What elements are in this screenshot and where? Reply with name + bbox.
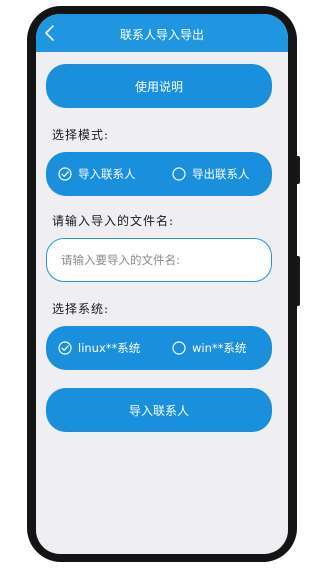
import-contacts-button[interactable]: 导入联系人 bbox=[46, 388, 272, 432]
radio-export-contacts-label: 导出联系人 bbox=[192, 167, 250, 181]
radio-import-contacts-label: 导入联系人 bbox=[78, 167, 136, 181]
radio-import-contacts[interactable]: 导入联系人 bbox=[58, 152, 136, 196]
system-section-label: 选择系统: bbox=[52, 302, 110, 316]
filename-section-label: 请输入导入的文件名: bbox=[52, 214, 175, 228]
filename-input[interactable] bbox=[59, 239, 263, 281]
radio-unchecked-icon bbox=[172, 341, 186, 355]
radio-export-contacts[interactable]: 导出联系人 bbox=[172, 152, 250, 196]
radio-win-system-label: win**系统 bbox=[192, 341, 247, 355]
import-contacts-button-label: 导入联系人 bbox=[128, 403, 189, 418]
radio-unchecked-icon bbox=[172, 167, 186, 181]
radio-win-system[interactable]: win**系统 bbox=[172, 326, 246, 370]
radio-linux-system-label: linux**系统 bbox=[78, 341, 141, 355]
system-radio-group: linux**系统 win**系统 bbox=[46, 326, 272, 370]
phone-side-button bbox=[297, 156, 300, 184]
instructions-button[interactable]: 使用说明 bbox=[46, 64, 272, 108]
mode-section-label: 选择模式: bbox=[52, 128, 110, 142]
filename-field bbox=[46, 238, 272, 282]
radio-linux-system[interactable]: linux**系统 bbox=[58, 326, 140, 370]
phone-frame: 联系人导入导出 使用说明 选择模式: 导入联系人 导出联系人 请输入导入的文件名… bbox=[27, 6, 300, 562]
page-title: 联系人导入导出 bbox=[119, 28, 204, 42]
mode-radio-group: 导入联系人 导出联系人 bbox=[46, 152, 272, 196]
radio-checked-icon bbox=[58, 341, 72, 355]
phone-volume-button bbox=[297, 256, 300, 306]
radio-checked-icon bbox=[58, 167, 72, 181]
instructions-button-label: 使用说明 bbox=[134, 79, 183, 94]
top-bar: 联系人导入导出 bbox=[36, 14, 288, 52]
app-screen: 联系人导入导出 使用说明 选择模式: 导入联系人 导出联系人 请输入导入的文件名… bbox=[36, 14, 288, 554]
